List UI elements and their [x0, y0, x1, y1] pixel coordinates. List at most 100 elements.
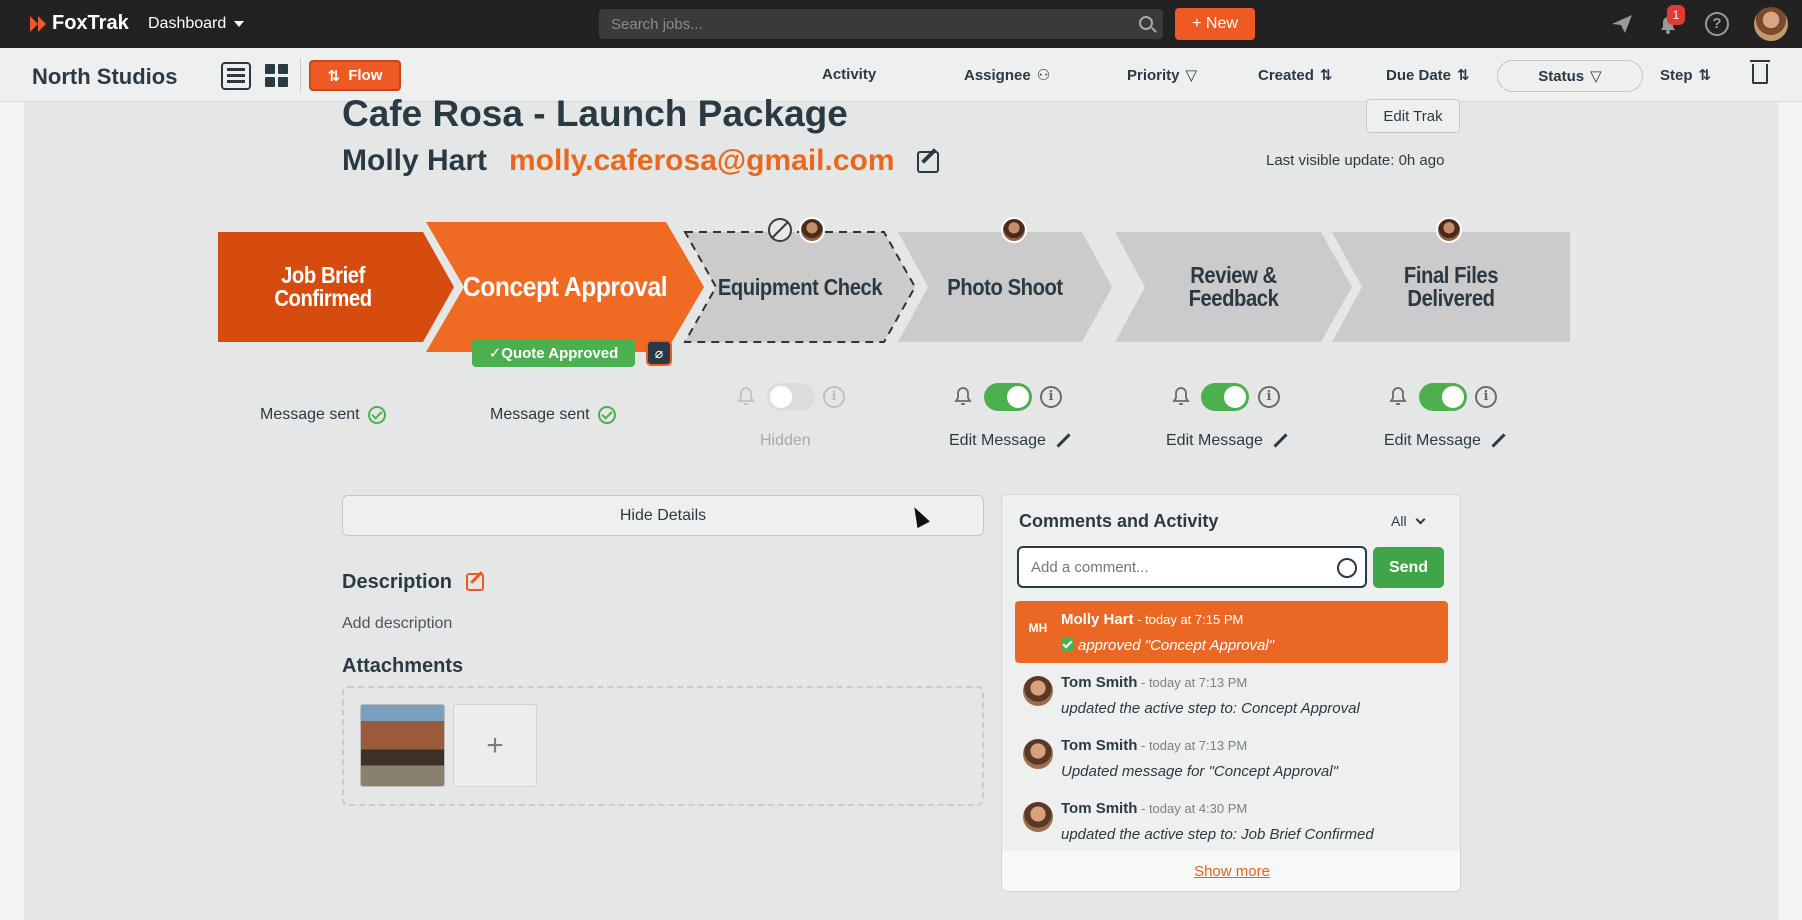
- edit-description-icon[interactable]: [466, 573, 484, 591]
- column-activity[interactable]: Activity: [822, 66, 876, 83]
- comments-title: Comments and Activity: [1019, 511, 1219, 531]
- send-comment-button[interactable]: Send: [1373, 547, 1444, 588]
- help-icon[interactable]: ?: [1705, 12, 1729, 36]
- logo-mark-icon: [30, 15, 48, 32]
- list-view-icon[interactable]: [221, 62, 251, 90]
- activity-author-name: Molly Hart: [1061, 611, 1134, 628]
- column-status-label: Status: [1538, 67, 1585, 85]
- edit-message-label: Edit Message: [949, 432, 1046, 449]
- bell-icon: [1172, 387, 1190, 405]
- info-icon[interactable]: i: [1258, 386, 1280, 408]
- trash-icon[interactable]: [1750, 60, 1770, 84]
- step-label: Concept Approval: [462, 271, 668, 302]
- add-description-link[interactable]: Add description: [342, 615, 452, 633]
- notify-toggle-photo-shoot[interactable]: [984, 383, 1032, 411]
- step-job-brief-confirmed[interactable]: Job Brief Confirmed: [218, 230, 454, 344]
- step-label: Review & Feedback: [1188, 262, 1279, 311]
- activity-item: MH Molly Hart - today at 7:15 PM approve…: [1015, 601, 1448, 663]
- column-status[interactable]: Status ▽: [1497, 60, 1643, 92]
- bell-icon: [1389, 387, 1407, 405]
- column-created[interactable]: Created ⇅: [1258, 66, 1332, 85]
- filter-icon: ▽: [1590, 68, 1602, 85]
- caret-down-icon: [234, 21, 245, 27]
- client-email[interactable]: molly.caferosa@gmail.com: [509, 144, 895, 178]
- column-assignee-label: Assignee: [964, 66, 1031, 84]
- search-input[interactable]: [611, 15, 1131, 33]
- activity-author: Molly Hart - today at 7:15 PM: [1061, 611, 1243, 628]
- filter-icon: ▽: [1185, 67, 1198, 84]
- edit-message-label: Edit Message: [1166, 432, 1263, 449]
- hidden-status-label: Hidden: [760, 432, 811, 449]
- flow-view-button[interactable]: ⇅ Flow: [309, 60, 401, 91]
- activity-time: - today at 7:13 PM: [1137, 738, 1248, 753]
- activity-author: Tom Smith - today at 7:13 PM: [1061, 737, 1247, 754]
- activity-text: Updated message for "Concept Approval": [1061, 763, 1338, 780]
- add-attachment-button[interactable]: +: [453, 704, 537, 787]
- logo-text: FoxTrak: [52, 12, 129, 34]
- info-icon[interactable]: i: [823, 386, 845, 408]
- grid-view-icon[interactable]: [265, 64, 289, 88]
- edit-message-review-feedback[interactable]: Edit Message: [1166, 432, 1287, 450]
- right-gutter: [1778, 102, 1802, 920]
- paperclip-icon[interactable]: ⌀: [646, 340, 672, 366]
- search-icon[interactable]: [1139, 16, 1153, 30]
- sort-arrows-icon: ⇅: [327, 67, 341, 85]
- activity-time: - today at 7:13 PM: [1137, 675, 1248, 690]
- column-activity-label: Activity: [822, 66, 877, 83]
- step-concept-approval[interactable]: Concept Approval: [426, 222, 704, 352]
- check-circle-icon: [597, 406, 616, 424]
- step-1-message-status: Message sent: [260, 406, 386, 424]
- column-step[interactable]: Step ⇅: [1660, 66, 1712, 85]
- foxtrak-logo[interactable]: FoxTrak: [30, 12, 129, 35]
- info-icon[interactable]: i: [1040, 386, 1062, 408]
- pencil-icon: [1491, 434, 1505, 448]
- activity-text: updated the active step to: Job Brief Co…: [1061, 826, 1374, 843]
- hidden-eye-icon: [768, 218, 792, 242]
- pencil-icon: [1056, 434, 1070, 448]
- comments-filter-dropdown[interactable]: All: [1391, 513, 1426, 529]
- dashboard-menu[interactable]: Dashboard: [148, 15, 245, 33]
- avatar: MH: [1028, 621, 1048, 635]
- hide-details-button[interactable]: Hide Details: [342, 495, 984, 536]
- sort-icon: ⇅: [1457, 67, 1470, 84]
- notify-toggle-review-feedback[interactable]: [1201, 383, 1249, 411]
- step-2-message-status: Message sent: [490, 406, 616, 424]
- dashboard-menu-label: Dashboard: [148, 15, 227, 32]
- step-label: Photo Shoot: [947, 273, 1063, 300]
- send-icon[interactable]: [1610, 12, 1634, 36]
- step-photo-shoot[interactable]: Photo Shoot: [898, 230, 1112, 344]
- edit-trak-button[interactable]: Edit Trak: [1366, 99, 1460, 133]
- activity-text: updated the active step to: Concept Appr…: [1061, 700, 1360, 717]
- step-equipment-check[interactable]: Equipment Check: [683, 230, 917, 344]
- user-icon: ⚇: [1036, 67, 1051, 84]
- comments-panel: Comments and Activity All Send MH Molly …: [1001, 494, 1461, 892]
- new-job-button[interactable]: + New: [1175, 8, 1255, 40]
- activity-time: - today at 7:15 PM: [1133, 612, 1244, 627]
- org-name: North Studios: [32, 64, 178, 89]
- edit-message-photo-shoot[interactable]: Edit Message: [949, 432, 1070, 450]
- info-icon[interactable]: i: [1475, 386, 1497, 408]
- show-more-link[interactable]: Show more: [1002, 863, 1460, 880]
- quote-approved-badge: ✓Quote Approved: [472, 339, 635, 367]
- activity-author-name: Tom Smith: [1061, 800, 1138, 817]
- step-review-feedback[interactable]: Review & Feedback: [1115, 230, 1352, 344]
- attachment-thumbnail[interactable]: [360, 704, 445, 787]
- step-final-files-delivered[interactable]: Final Files Delivered: [1332, 230, 1570, 344]
- comments-filter-value: All: [1391, 513, 1407, 529]
- column-priority[interactable]: Priority ▽: [1127, 66, 1198, 85]
- notify-toggle-equipment-check[interactable]: [767, 383, 815, 411]
- column-assignee[interactable]: Assignee ⚇: [964, 66, 1051, 85]
- user-avatar[interactable]: [1754, 7, 1788, 41]
- notify-toggle-final-files[interactable]: [1419, 383, 1467, 411]
- sort-icon: ⇅: [1698, 67, 1712, 84]
- comment-input[interactable]: [1019, 548, 1319, 586]
- edit-message-final-files[interactable]: Edit Message: [1384, 432, 1505, 450]
- top-navbar: FoxTrak Dashboard + New 1 ?: [0, 0, 1802, 48]
- column-due-date[interactable]: Due Date ⇅: [1386, 66, 1470, 85]
- activity-time: - today at 4:30 PM: [1137, 801, 1248, 816]
- edit-client-icon[interactable]: [917, 151, 939, 173]
- description-heading: Description: [342, 571, 453, 593]
- client-name: Molly Hart: [342, 144, 488, 177]
- emoji-icon[interactable]: [1337, 558, 1357, 578]
- activity-text-row: approved "Concept Approval": [1061, 637, 1274, 654]
